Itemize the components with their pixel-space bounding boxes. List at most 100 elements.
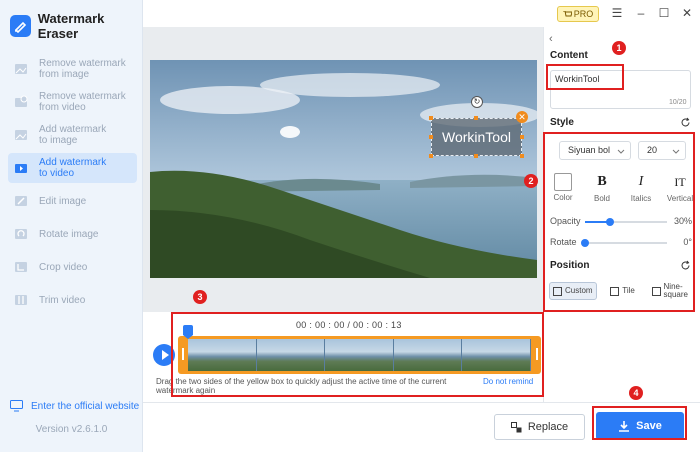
font-family-select[interactable]: Siyuan bol	[559, 141, 631, 160]
image-add-icon	[15, 130, 27, 140]
watermark-text: WorkinTool	[442, 129, 511, 145]
timeline-frame	[462, 339, 531, 371]
annotation-badge-1: 1	[612, 41, 626, 55]
annotation-badge-2: 2	[524, 174, 538, 188]
resize-handle[interactable]	[429, 154, 433, 158]
style-title: Style	[550, 117, 574, 128]
watermark-rotate-icon[interactable]: ↻	[471, 96, 483, 108]
custom-position-icon	[553, 286, 562, 296]
color-swatch	[554, 173, 572, 191]
annotation-badge-3: 3	[193, 290, 207, 304]
position-label: Custom	[565, 286, 593, 295]
color-button[interactable]: Color	[549, 172, 577, 203]
style-reset-icon[interactable]	[680, 117, 691, 128]
sidebar-item-label: Crop video	[39, 261, 88, 273]
position-custom-button[interactable]: Custom	[549, 282, 597, 300]
font-family-value: Siyuan bol	[568, 145, 611, 155]
watermark-text-box[interactable]: WorkinTool	[431, 118, 522, 156]
rotate-value: 0°	[683, 237, 692, 247]
resize-handle[interactable]	[520, 135, 524, 139]
back-icon[interactable]: ‹	[549, 33, 553, 45]
rotate-slider[interactable]: Rotate 0°	[550, 237, 692, 249]
resize-handle[interactable]	[520, 154, 524, 158]
sidebar-item-edit-image[interactable]: Edit image	[8, 186, 137, 216]
annotation-badge-4: 4	[629, 386, 643, 400]
font-size-select[interactable]: 20	[638, 141, 686, 160]
official-website-link[interactable]: Enter the official website	[10, 400, 139, 412]
range-end-handle[interactable]	[536, 348, 538, 360]
chevron-down-icon	[617, 149, 625, 154]
rotate-image-icon	[15, 229, 27, 239]
sidebar-item-rotate-image[interactable]: Rotate image	[8, 219, 137, 249]
sidebar-item-label: Trim video	[39, 294, 86, 306]
sidebar-item-label: Remove watermark from image	[39, 58, 126, 80]
app-title: Watermark Eraser	[37, 11, 105, 41]
replace-icon	[510, 421, 522, 432]
watermark-delete-icon[interactable]: ✕	[516, 111, 528, 123]
range-start-handle[interactable]	[182, 348, 184, 360]
position-nine-square-button[interactable]: Nine- square	[649, 282, 691, 300]
position-reset-icon[interactable]	[680, 260, 691, 271]
bold-button[interactable]: B Bold	[588, 172, 616, 203]
resize-handle[interactable]	[474, 154, 478, 158]
chevron-down-icon	[672, 149, 680, 154]
nine-square-icon	[651, 286, 661, 296]
character-counter: 10/20	[669, 99, 687, 106]
timeline-frames	[188, 339, 531, 371]
sidebar-nav: Remove watermark from image Remove water…	[8, 54, 137, 318]
sidebar-item-add-watermark-video[interactable]: Add watermark to video	[8, 153, 137, 183]
resize-handle[interactable]	[474, 116, 478, 120]
sidebar-item-add-watermark-image[interactable]: Add watermark to image	[8, 120, 137, 150]
official-website-label: Enter the official website	[31, 400, 140, 412]
opacity-slider[interactable]: Opacity 30%	[550, 216, 692, 228]
playhead-marker[interactable]	[183, 325, 193, 339]
title-bar: PRO ☰ – ☐ ✕	[143, 0, 700, 27]
app-logo-icon	[10, 15, 31, 37]
version-label: Version v2.6.1.0	[35, 424, 108, 435]
timecode: 00 : 00 : 00 / 00 : 00 : 13	[296, 320, 402, 330]
position-label: Tile	[622, 286, 635, 295]
tile-icon	[610, 286, 620, 296]
do-not-remind-link[interactable]: Do not remind	[483, 377, 533, 386]
sidebar-item-remove-watermark-video[interactable]: Remove watermark from video	[8, 87, 137, 117]
sidebar-item-label: Edit image	[39, 195, 87, 207]
position-tile-button[interactable]: Tile	[607, 282, 638, 300]
sidebar-item-trim-video[interactable]: Trim video	[8, 285, 137, 315]
save-label: Save	[636, 420, 662, 432]
replace-label: Replace	[527, 421, 569, 433]
close-icon[interactable]: ✕	[680, 6, 694, 20]
opacity-knob[interactable]	[605, 218, 614, 226]
app-logo-row: Watermark Eraser	[10, 11, 142, 41]
pro-button[interactable]: PRO	[557, 6, 599, 22]
save-button[interactable]: Save	[596, 412, 684, 440]
rotate-knob[interactable]	[581, 239, 589, 247]
sidebar-item-remove-watermark-image[interactable]: Remove watermark from image	[8, 54, 137, 84]
vertical-button[interactable]: IT Vertical	[666, 172, 694, 203]
resize-handle[interactable]	[429, 135, 433, 139]
resize-handle[interactable]	[429, 116, 433, 120]
image-erase-icon	[15, 64, 27, 74]
maximize-icon[interactable]: ☐	[657, 6, 671, 20]
replace-button[interactable]: Replace	[494, 414, 585, 440]
position-label: Nine- square	[663, 282, 688, 299]
video-erase-icon	[15, 95, 28, 107]
bold-icon: B	[597, 174, 607, 189]
download-icon	[619, 421, 630, 432]
color-label: Color	[553, 193, 573, 202]
position-options: Custom Tile Nine- square	[549, 282, 691, 300]
sidebar-item-crop-video[interactable]: Crop video	[8, 252, 137, 282]
timeline-frame	[188, 339, 257, 371]
style-buttons: Color B Bold I Italics IT Vertical	[549, 172, 694, 203]
opacity-label: Opacity	[550, 216, 581, 226]
italics-button[interactable]: I Italics	[627, 172, 655, 203]
menu-icon[interactable]: ☰	[610, 6, 624, 20]
italics-label: Italics	[630, 194, 652, 203]
font-size-value: 20	[647, 145, 658, 155]
edit-image-icon	[15, 196, 27, 206]
vertical-text-icon: IT	[674, 175, 686, 189]
minimize-icon[interactable]: –	[634, 6, 648, 20]
pro-label: PRO	[573, 9, 594, 19]
timeline-frame	[256, 339, 326, 371]
rotate-track	[585, 242, 667, 244]
play-button[interactable]	[153, 344, 175, 366]
